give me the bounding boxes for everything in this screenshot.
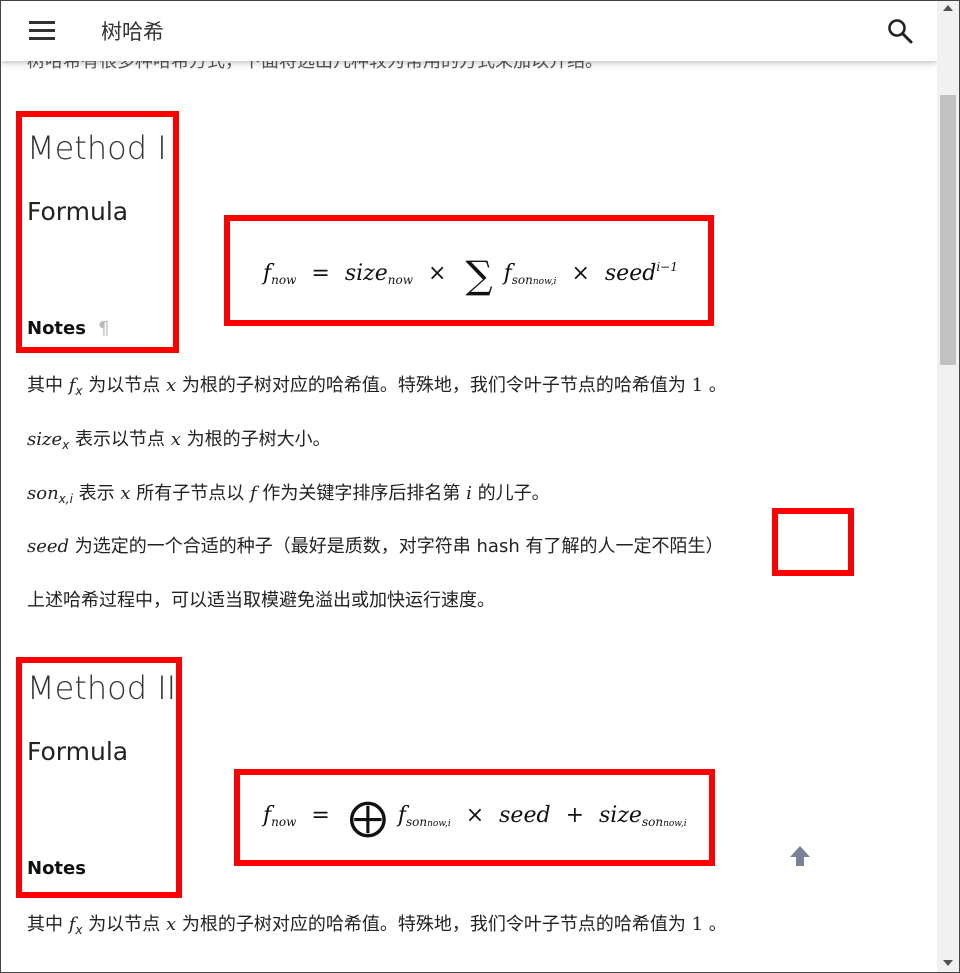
browser-frame: 树哈希有很多种哈希方式，下面将选出几种较为常用的方式来加以介绍。 Method … <box>0 0 960 973</box>
scrollbar[interactable] <box>937 1 959 972</box>
app-bar: 树哈希 <box>1 1 937 61</box>
page-title: 树哈希 <box>101 20 164 44</box>
highlight-box-method-1-formula <box>224 215 714 326</box>
highlight-box-method-2-headings <box>16 657 182 898</box>
method-1-note-5: 上述哈希过程中，可以适当取模避免溢出或加快运行速度。 <box>27 590 495 611</box>
highlight-box-method-2-formula <box>234 769 715 866</box>
method-1-note-1: 其中 fx 为以节点 x 为根的子树对应的哈希值。特殊地，我们令叶子节点的哈希值… <box>27 375 727 398</box>
method-2-note-1: 其中 fx 为以节点 x 为根的子树对应的哈希值。特殊地，我们令叶子节点的哈希值… <box>27 914 727 937</box>
highlight-box-note-end <box>772 508 854 576</box>
search-icon[interactable] <box>886 17 914 45</box>
method-1-note-4: seed 为选定的一个合适的种子（最好是质数，对字符串 hash 有了解的人一定… <box>27 536 724 557</box>
scroll-thumb[interactable] <box>940 95 956 365</box>
menu-icon[interactable] <box>29 21 55 41</box>
highlight-box-method-1-headings <box>16 111 179 353</box>
method-1-note-3: sonx,i 表示 x 所有子节点以 f 作为关键字排序后排名第 i 的儿子。 <box>27 483 550 506</box>
method-1-note-2: sizex 表示以节点 x 为根的子树大小。 <box>27 429 331 452</box>
scroll-up-arrow-icon[interactable] <box>943 5 953 11</box>
arrow-up-icon[interactable] <box>787 843 813 869</box>
scroll-down-arrow-icon[interactable] <box>943 960 953 966</box>
